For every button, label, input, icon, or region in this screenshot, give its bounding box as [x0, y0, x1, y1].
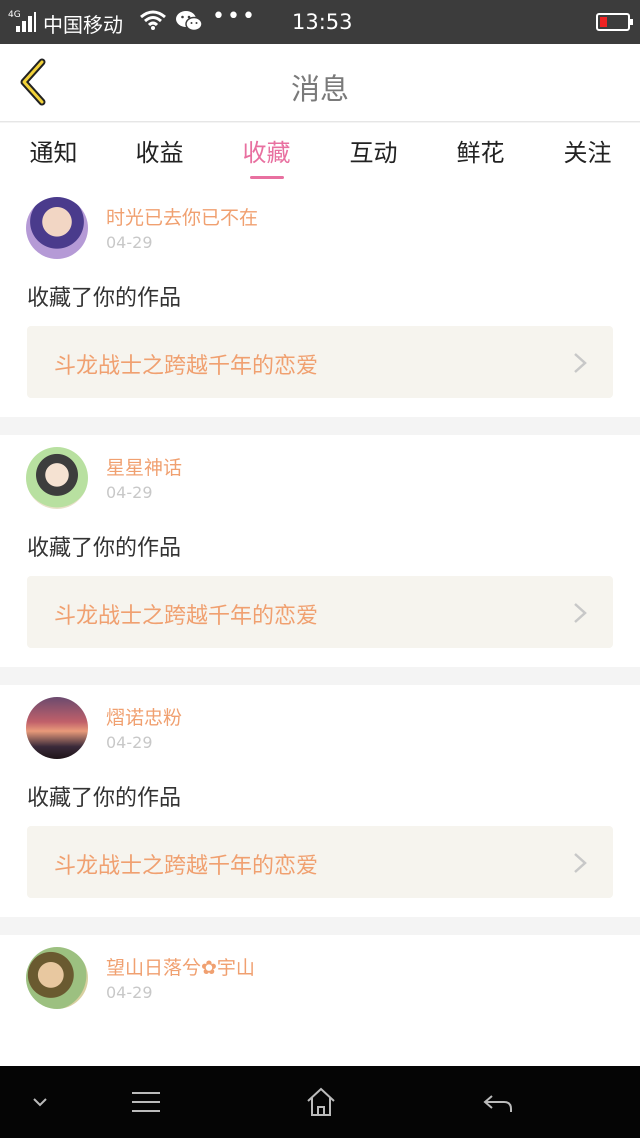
list-item: 星星神话 04-29 收藏了你的作品 斗龙战士之跨越千年的恋爱 — [0, 435, 640, 667]
tab-label: 鲜花 — [456, 139, 505, 167]
date: 04-29 — [106, 733, 153, 752]
battery-icon — [596, 13, 633, 31]
username[interactable]: 时光已去你已不在 — [106, 203, 258, 230]
work-link[interactable]: 斗龙战士之跨越千年的恋爱 — [27, 326, 613, 398]
chevron-right-icon — [574, 353, 587, 373]
date: 04-29 — [106, 483, 153, 502]
signal-icon — [10, 12, 36, 32]
action-text: 收藏了你的作品 — [27, 786, 182, 811]
tab-label: 收藏 — [242, 139, 291, 167]
tab-following[interactable]: 关注 — [534, 133, 640, 168]
tab-interactions[interactable]: 互动 — [320, 133, 427, 168]
work-link[interactable]: 斗龙战士之跨越千年的恋爱 — [27, 576, 613, 648]
action-text: 收藏了你的作品 — [27, 536, 182, 561]
tab-label: 关注 — [563, 139, 612, 167]
username[interactable]: 熠诺忠粉 — [106, 703, 182, 730]
menu-icon[interactable] — [130, 1084, 162, 1120]
tab-favorites[interactable]: 收藏 — [213, 133, 320, 179]
username[interactable]: 望山日落兮✿宇山 — [106, 953, 255, 980]
work-link[interactable]: 斗龙战士之跨越千年的恋爱 — [27, 826, 613, 898]
tab-label: 通知 — [29, 139, 78, 167]
back-arrow-icon[interactable] — [482, 1084, 514, 1120]
tab-flowers[interactable]: 鲜花 — [427, 133, 534, 168]
chevron-right-icon — [574, 853, 587, 873]
avatar[interactable] — [26, 697, 88, 759]
more-notifications-dots: ••• — [212, 4, 257, 29]
tab-label: 收益 — [135, 139, 184, 167]
list-item: 熠诺忠粉 04-29 收藏了你的作品 斗龙战士之跨越千年的恋爱 — [0, 685, 640, 917]
chevron-right-icon — [574, 603, 587, 623]
header: 消息 — [0, 44, 640, 122]
date: 04-29 — [106, 233, 153, 252]
page-title: 消息 — [290, 72, 349, 106]
avatar[interactable] — [26, 947, 88, 1009]
status-bar: 4G 中国移动 ••• 13:53 — [0, 0, 640, 44]
work-title: 斗龙战士之跨越千年的恋爱 — [54, 354, 319, 379]
date: 04-29 — [106, 983, 153, 1002]
avatar[interactable] — [26, 197, 88, 259]
action-text: 收藏了你的作品 — [27, 286, 182, 311]
work-title: 斗龙战士之跨越千年的恋爱 — [54, 604, 319, 629]
wechat-icon — [176, 11, 203, 32]
avatar[interactable] — [26, 447, 88, 509]
work-title: 斗龙战士之跨越千年的恋爱 — [54, 854, 319, 879]
carrier-name: 中国移动 — [43, 13, 123, 37]
collapse-icon[interactable] — [30, 1084, 50, 1120]
wifi-icon — [140, 10, 166, 30]
tab-bar: 通知 收益 收藏 互动 鲜花 关注 — [0, 123, 640, 185]
home-icon[interactable] — [305, 1084, 337, 1120]
username[interactable]: 星星神话 — [106, 453, 182, 480]
clock: 13:53 — [292, 10, 353, 34]
system-nav-bar — [0, 1066, 640, 1138]
message-list: 时光已去你已不在 04-29 收藏了你的作品 斗龙战士之跨越千年的恋爱 星星神话… — [0, 185, 640, 1138]
tab-label: 互动 — [349, 139, 398, 167]
active-tab-indicator — [249, 176, 284, 179]
list-item: 时光已去你已不在 04-29 收藏了你的作品 斗龙战士之跨越千年的恋爱 — [0, 185, 640, 417]
tab-notifications[interactable]: 通知 — [0, 133, 107, 168]
tab-earnings[interactable]: 收益 — [106, 133, 213, 168]
